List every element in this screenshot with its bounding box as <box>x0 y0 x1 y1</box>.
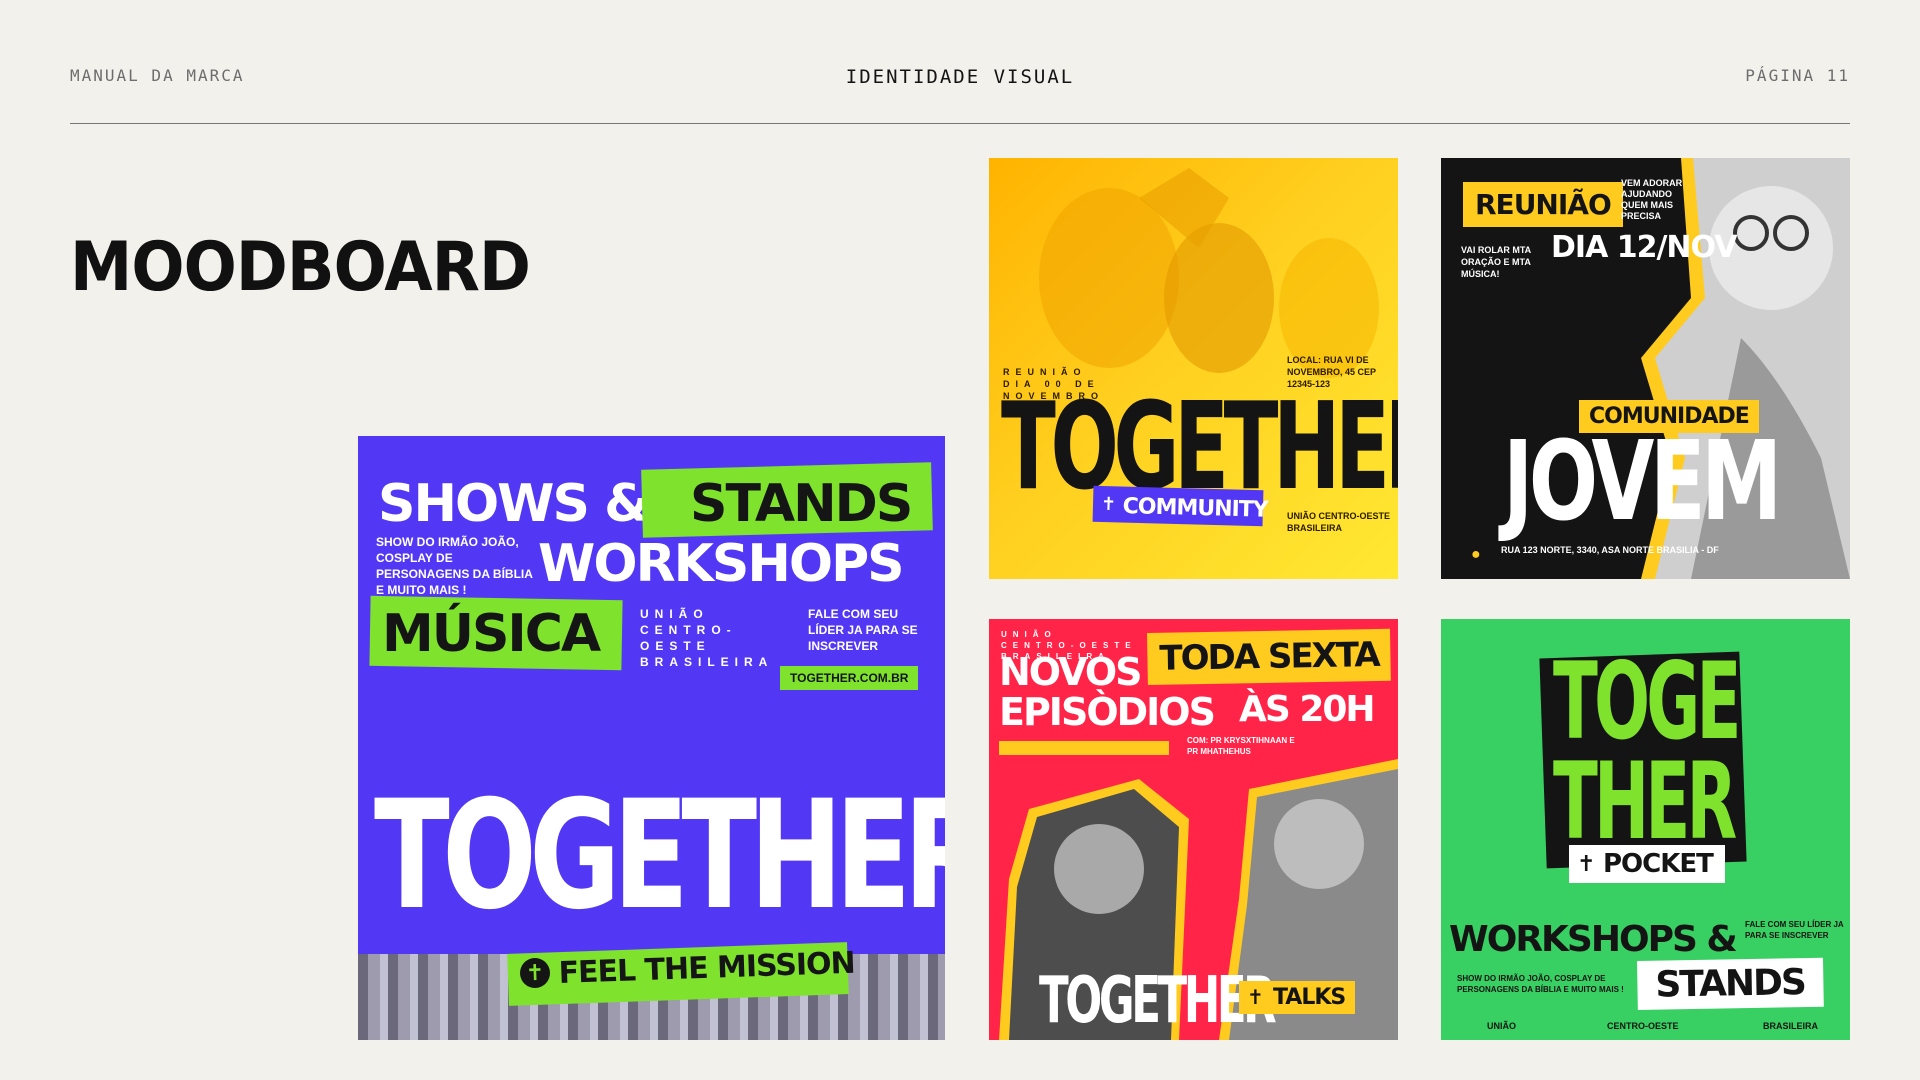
card5-description: SHOW DO IRMÃO JOÃO, COSPLAY DE PERSONAGE… <box>1457 974 1624 994</box>
card1-org: UNIÃO CENTRO-OESTE BRASILEIRA <box>640 607 774 669</box>
stands-heading: STANDS <box>690 474 913 534</box>
brand-manual-page: MANUAL DA MARCA IDENTIDADE VISUAL PÁGINA… <box>0 0 1920 1080</box>
moodboard-card-green: TOGE THER POCKET ✝ WORKSHOPS & FALE COM … <box>1441 619 1850 1040</box>
card5-org-2: CENTRO-OESTE <box>1607 1021 1679 1031</box>
header-divider <box>70 123 1850 124</box>
episodios-heading: EPISÒDIOS <box>999 690 1216 734</box>
cross-logo-icon: ✝ <box>1577 851 1596 876</box>
card3-address: RUA 123 NORTE, 3340, ASA NORTE BRASILIA … <box>1501 545 1719 555</box>
ther-heading: THER <box>1553 740 1737 863</box>
jovem-heading: JOVEM <box>1503 417 1782 545</box>
reuniao-label: REUNIÃO <box>1463 182 1623 227</box>
card3-info: VAI ROLAR MTA ORAÇÃO E MTA MÚSICA! <box>1461 245 1531 279</box>
toda-sexta-label: TODA SEXTA <box>1147 628 1392 685</box>
website-link[interactable]: TOGETHER.COM.BR <box>780 666 919 690</box>
together-wordmark: TOGETHER <box>374 769 945 943</box>
card4-hosts: COM: PR KRYSXTIHNAAN E PR MHATHEHUS <box>1187 736 1295 756</box>
musica-heading: MÚSICA <box>382 604 601 664</box>
underline-bar <box>999 741 1169 755</box>
workshops-heading: WORKSHOPS & <box>1449 919 1738 960</box>
cross-logo-icon: ✝ <box>1100 493 1117 515</box>
section-header: IDENTIDADE VISUAL <box>845 66 1075 88</box>
shows-heading: SHOWS & <box>378 474 649 534</box>
horario-label: ÀS 20H <box>1239 689 1376 730</box>
location-pin-icon: ● <box>1471 546 1481 563</box>
card3-date: DIA 12/NOV <box>1551 230 1737 265</box>
page-title: MOODBOARD <box>70 228 531 307</box>
moodboard-card-red: UNIÃO CENTRO-OESTE BRASILEIRA NOVOS EPIS… <box>989 619 1398 1040</box>
moodboard-card-yellow: REUNIÃO DIA 00 DE NOVEMBRO LOCAL: RUA VI… <box>989 158 1398 579</box>
card5-org-1: UNIÃO <box>1487 1021 1516 1031</box>
card5-org-3: BRASILEIRA <box>1763 1021 1819 1031</box>
page-number: PÁGINA 11 <box>1745 66 1850 85</box>
card5-signup: FALE COM SEU LÍDER JA PARA SE INSCREVER <box>1745 920 1844 940</box>
moodboard-card-black: REUNIÃO VEM ADORAR AJUDANDO QUEM MAIS PR… <box>1441 158 1850 579</box>
card2-org: UNIÃO CENTRO-OESTE BRASILEIRA <box>1287 511 1391 533</box>
stands-label: STANDS <box>1637 957 1824 1010</box>
community-label: COMMUNITY <box>1122 494 1268 523</box>
cross-logo-icon: ✝ <box>1247 987 1264 1009</box>
card1-signup: FALE COM SEU LÍDER JA PARA SE INSCREVER <box>808 607 918 653</box>
card3-invite: VEM ADORAR AJUDANDO QUEM MAIS PRECISA <box>1621 178 1683 221</box>
card1-description: SHOW DO IRMÃO JOÃO, COSPLAY DE PERSONAGE… <box>376 535 533 597</box>
novos-heading: NOVOS <box>999 650 1142 694</box>
moodboard-card-purple: SHOWS & STANDS SHOW DO IRMÃO JOÃO, COSPL… <box>358 436 945 1040</box>
